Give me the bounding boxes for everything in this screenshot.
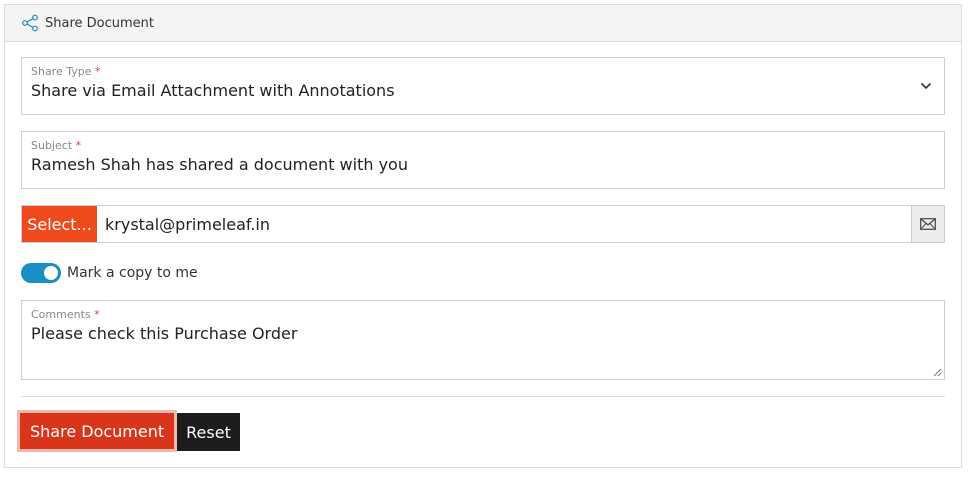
subject-label: Subject *	[31, 139, 935, 153]
subject-field[interactable]: Subject * Ramesh Shah has shared a docum…	[21, 131, 945, 189]
share-type-value: Share via Email Attachment with Annotati…	[31, 81, 395, 100]
chevron-down-icon[interactable]	[920, 80, 932, 92]
action-buttons: Share Document Reset	[17, 410, 240, 452]
recipient-email-input[interactable]: krystal@primeleaf.in	[97, 206, 911, 242]
comments-field[interactable]: Comments * Please check this Purchase Or…	[21, 300, 945, 380]
divider	[21, 396, 945, 397]
reset-button[interactable]: Reset	[177, 413, 240, 451]
mark-copy-toggle[interactable]	[21, 263, 61, 283]
mark-copy-label: Mark a copy to me	[67, 265, 198, 281]
panel-title: Share Document	[45, 15, 154, 31]
share-type-label-text: Share Type	[31, 65, 92, 78]
envelope-icon	[920, 218, 936, 230]
recipient-row: Select... krystal@primeleaf.in	[21, 205, 945, 243]
panel-header: Share Document	[5, 5, 961, 42]
subject-label-text: Subject	[31, 139, 73, 152]
share-type-select[interactable]: Share Type * Share via Email Attachment …	[21, 57, 945, 115]
copy-toggle-row: Mark a copy to me	[21, 263, 198, 283]
required-mark: *	[75, 139, 82, 152]
share-icon	[22, 14, 38, 32]
comments-label: Comments *	[31, 308, 935, 322]
required-mark: *	[95, 65, 101, 78]
share-type-label: Share Type *	[31, 65, 935, 79]
select-recipients-button[interactable]: Select...	[22, 206, 97, 242]
toggle-knob	[44, 266, 58, 280]
envelope-button[interactable]	[911, 206, 944, 242]
share-document-button[interactable]: Share Document	[17, 410, 178, 452]
resize-grip-icon[interactable]	[933, 368, 942, 377]
required-mark: *	[94, 308, 100, 321]
subject-value: Ramesh Shah has shared a document with y…	[31, 155, 408, 174]
comments-value: Please check this Purchase Order	[31, 324, 298, 343]
share-document-panel: Share Document Share Type * Share via Em…	[4, 4, 962, 468]
comments-label-text: Comments	[31, 308, 91, 321]
